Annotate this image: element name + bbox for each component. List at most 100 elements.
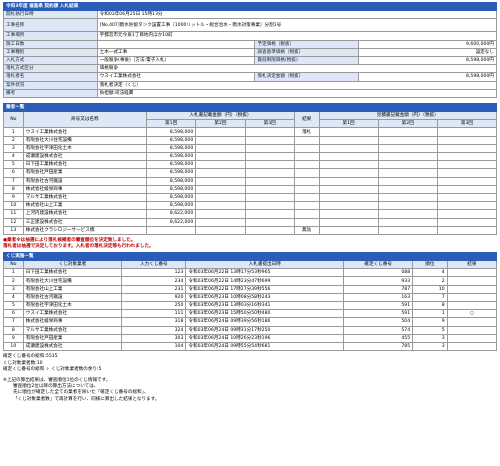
bidder-amount-round2 [195, 127, 246, 137]
info-label-project: 工事名称 [3, 18, 98, 33]
bidder-row: 10 株式会社山上工業 8,598,000 [3, 201, 498, 211]
bidder-amount-round3 [244, 217, 295, 227]
bidders-header-est-round1: 第1回 [318, 119, 379, 129]
bidder-estimate-round3 [436, 184, 498, 194]
lottery-fixed-number: 574 [343, 325, 414, 335]
bidder-amount-round3 [244, 176, 295, 186]
bidder-estimate-round1 [318, 201, 379, 211]
info-value-project: [No.407]雨水貯留タンク設置工事（1000リットル・総合治水・雨水対策事業… [96, 18, 498, 33]
bidder-estimate-round2 [377, 176, 438, 186]
lottery-submit-time: 令和03年06月24日 10時26分23秒196 [185, 333, 345, 343]
page: 令和3年度 福島県 契約課 入札結果 開札執行日時 令和03年06月25日 15… [0, 0, 500, 405]
bidder-result [293, 151, 320, 162]
bidder-no: 9 [3, 192, 24, 203]
bidders-header-est-round3: 第3回 [436, 119, 498, 129]
bidder-estimate-round2 [377, 143, 438, 154]
bidder-row: 1 ウスイ工業株式会社 8,598,000 落札 [3, 127, 498, 137]
bidders-header-bid-amount: 入札書記載金額（円）（税抜） [145, 111, 295, 121]
lottery-input-number: 250 [121, 300, 187, 311]
bidder-amount-round1: 8,598,000 [145, 151, 197, 162]
lottery-rank: 3 [412, 333, 448, 343]
bidder-name: 有限会社大川住宅設備 [22, 135, 147, 145]
bidder-estimate-round1 [318, 192, 379, 203]
bidder-amount-round1: 8,598,000 [145, 184, 197, 194]
info-value-survey-price: 設定なし [357, 47, 498, 57]
lottery-submit-time: 令和03年06月23日 15時50分50秒480 [185, 309, 345, 319]
bidder-estimate-round1 [318, 176, 379, 186]
lottery-title: くじ実施一覧 [3, 251, 497, 262]
bidder-estimate-round2 [377, 209, 438, 219]
bidder-name: 成瀬建設株式会社 [22, 151, 147, 162]
bidder-estimate-round1 [318, 143, 379, 154]
lottery-fixed-number: 504 [343, 317, 414, 327]
info-value-planned-price: 9,600,000円 [357, 39, 498, 49]
bidder-name: ウスイ工業株式会社 [22, 127, 147, 137]
lottery-row: 9 有限会社戸田産業 303 令和03年06月24日 10時26分23秒196 455 3 [3, 333, 498, 343]
bidder-amount-round2 [195, 160, 246, 170]
lottery-fixed-number: 088 [343, 268, 414, 278]
bidder-no: 4 [3, 151, 24, 162]
lottery-input-number: 234 [121, 276, 187, 286]
bidder-name: マルサ工業株式会社 [22, 192, 147, 203]
lottery-no: 10 [3, 341, 24, 352]
lottery-input-number: 104 [121, 341, 187, 352]
info-label-remarks: 備考 [3, 88, 98, 98]
bidder-no: 7 [3, 176, 24, 186]
lottery-no: 1 [3, 268, 24, 278]
bidder-estimate-round1 [318, 209, 379, 219]
bidder-name: 株式会社山上工業 [22, 201, 147, 211]
lottery-submit-time: 令和03年06月24日 09時39分56秒186 [185, 317, 345, 327]
bidder-estimate-round2 [377, 135, 438, 145]
bidder-amount-round3 [244, 151, 295, 162]
bidders-header-est-round2: 第2回 [377, 119, 438, 129]
summary-sum: 確定くじ番号の総和:5515 [3, 354, 58, 360]
lottery-fixed-number: 455 [343, 333, 414, 343]
bidder-no: 1 [3, 127, 24, 137]
bidder-result [293, 209, 320, 219]
bidder-estimate-round2 [377, 151, 438, 162]
bidder-amount-round3 [244, 168, 295, 178]
bidder-amount-round2 [195, 135, 246, 145]
info-label-award-amount: 落札決定金額（税抜） [254, 72, 359, 82]
bidder-amount-round3 [244, 192, 295, 203]
bidder-estimate-round1 [318, 135, 379, 145]
bidder-row: 2 有限会社大川住宅設備 8,598,000 [3, 135, 498, 145]
bidder-amount-round2 [195, 209, 246, 219]
bidder-amount-round3 [244, 225, 295, 235]
lottery-submit-time: 令和03年06月24日 09時55分54秒681 [185, 341, 345, 352]
lottery-rank: 2 [412, 276, 448, 286]
bidder-estimate-round2 [377, 192, 438, 203]
bidder-no: 11 [3, 209, 24, 219]
lottery-row: 10 成瀬建設株式会社 104 令和03年06月24日 09時55分54秒681 785… [3, 341, 498, 352]
bidder-name: 株式会社クラシロジーサービス橋 [22, 225, 147, 235]
bidder-amount-round2 [195, 143, 246, 154]
lottery-header-no: No [3, 260, 24, 270]
lottery-submit-time: 令和03年06月24日 09時31分17秒250 [185, 325, 345, 335]
bidder-amount-round1: 8,598,000 [145, 127, 197, 137]
bidder-no: 3 [3, 143, 24, 154]
lottery-row: 4 有限会社古河鐵設 920 令和03年06月23日 10時08分58秒243 163 7 [3, 292, 498, 303]
lottery-result [446, 284, 498, 294]
lottery-fixed-number: 591 [343, 309, 414, 319]
info-value-method: 一般競争(事後)（方法:電子入札） [96, 55, 256, 66]
bidder-amount-round3 [244, 127, 295, 137]
bidder-result: 落札 [293, 127, 320, 137]
info-label-date: 開札執行日時 [3, 10, 98, 20]
bidder-name: 日下田工業株式会社 [22, 160, 147, 170]
bidder-amount-round1: 8,598,000 [145, 176, 197, 186]
lottery-result [446, 292, 498, 303]
lottery-no: 5 [3, 300, 24, 311]
lottery-notice-line2: 落札者は抽選で決定しております。入札者の落札決定等も行われました。 [3, 243, 154, 249]
lottery-name: 有限会社山上工業 [22, 284, 123, 294]
bidder-no: 6 [3, 168, 24, 178]
lottery-row: 6 ウスイ工業株式会社 111 令和03年06月23日 15時50分50秒480 591… [3, 309, 498, 319]
lottery-body: 1 日下田工業株式会社 123 令和03年06月22日 13時17分53秒965 088… [3, 268, 498, 352]
bidder-amount-round1: 8,598,000 [145, 160, 197, 170]
bidder-result [293, 184, 320, 194]
bidder-amount-round1: 8,622,000 [145, 217, 197, 227]
lottery-name: 有限会社大川住宅設備 [22, 276, 123, 286]
bidder-row: 8 株式会社綾栄商事 8,598,000 [3, 184, 498, 194]
lottery-fixed-number: 787 [343, 284, 414, 294]
bidder-estimate-round1 [318, 168, 379, 178]
lottery-result [446, 317, 498, 327]
